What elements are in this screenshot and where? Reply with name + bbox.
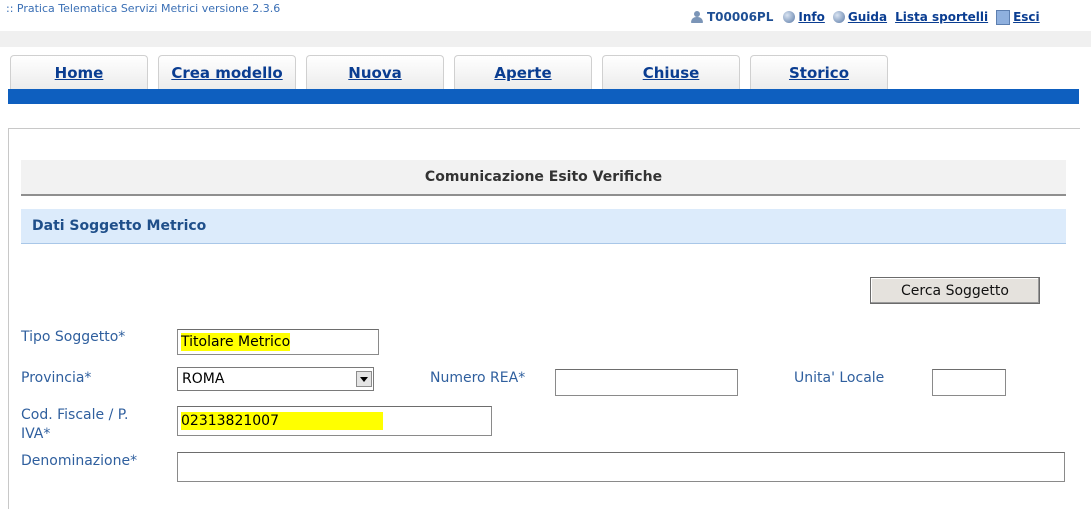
numero-rea-input[interactable] (555, 369, 738, 396)
info-icon (783, 11, 796, 23)
user-icon (690, 11, 704, 23)
chevron-down-icon[interactable] (356, 371, 372, 387)
provincia-label: Provincia* (21, 370, 92, 386)
user-code: T00006PL (707, 10, 774, 24)
tab-chiuse[interactable]: Chiuse (602, 55, 740, 89)
cod-fiscale-label-line2: IVA* (21, 426, 51, 442)
subsection-title: Dati Soggetto Metrico (32, 218, 207, 234)
info-link-label: Info (798, 10, 825, 24)
tipo-soggetto-field[interactable]: Titolare Metrico (177, 329, 379, 355)
cod-fiscale-label: Cod. Fiscale / P. IVA* (21, 406, 128, 444)
provincia-value: ROMA (182, 371, 225, 387)
guida-link[interactable]: Guida (832, 10, 888, 24)
unita-locale-label: Unita' Locale (794, 370, 885, 386)
cerca-soggetto-button[interactable]: Cerca Soggetto (870, 277, 1040, 304)
denominazione-label: Denominazione* (21, 453, 138, 469)
guida-link-label: Guida (847, 10, 888, 24)
info-link[interactable]: Info (783, 10, 825, 24)
tipo-soggetto-value: Titolare Metrico (181, 333, 291, 351)
app-title: :: Pratica Telematica Servizi Metrici ve… (6, 2, 281, 15)
tab-nuova[interactable]: Nuova (306, 55, 444, 89)
provincia-select[interactable]: ROMA (177, 367, 374, 391)
numero-rea-label: Numero REA* (430, 370, 526, 386)
denominazione-input[interactable] (177, 452, 1065, 482)
main-tabs: Home Crea modello Nuova Aperte Chiuse St… (10, 55, 898, 90)
exit-icon (996, 9, 1011, 25)
help-icon (832, 11, 845, 23)
esci-link-label: Esci (1013, 10, 1040, 24)
lista-sportelli-link[interactable]: Lista sportelli (895, 10, 988, 24)
user-indicator: T00006PL (690, 10, 773, 24)
cod-fiscale-value: 02313821007 (181, 412, 383, 430)
tab-home[interactable]: Home (10, 55, 148, 89)
header-band (0, 31, 1091, 47)
section-title: Comunicazione Esito Verifiche (21, 160, 1066, 196)
subsection-header: Dati Soggetto Metrico (21, 209, 1066, 244)
tab-underline-bar (8, 89, 1079, 104)
top-nav: T00006PL Info Guida Lista sportelli Esci (690, 8, 1048, 26)
tab-storico[interactable]: Storico (750, 55, 888, 89)
lista-sportelli-label: Lista sportelli (895, 10, 989, 24)
tipo-soggetto-label: Tipo Soggetto* (21, 329, 126, 345)
esci-link[interactable]: Esci (996, 9, 1040, 25)
tab-aperte[interactable]: Aperte (454, 55, 592, 89)
unita-locale-input[interactable] (932, 369, 1006, 396)
cod-fiscale-field[interactable]: 02313821007 (177, 406, 492, 436)
cod-fiscale-label-line1: Cod. Fiscale / P. (21, 407, 129, 423)
tab-crea-modello[interactable]: Crea modello (158, 55, 296, 89)
